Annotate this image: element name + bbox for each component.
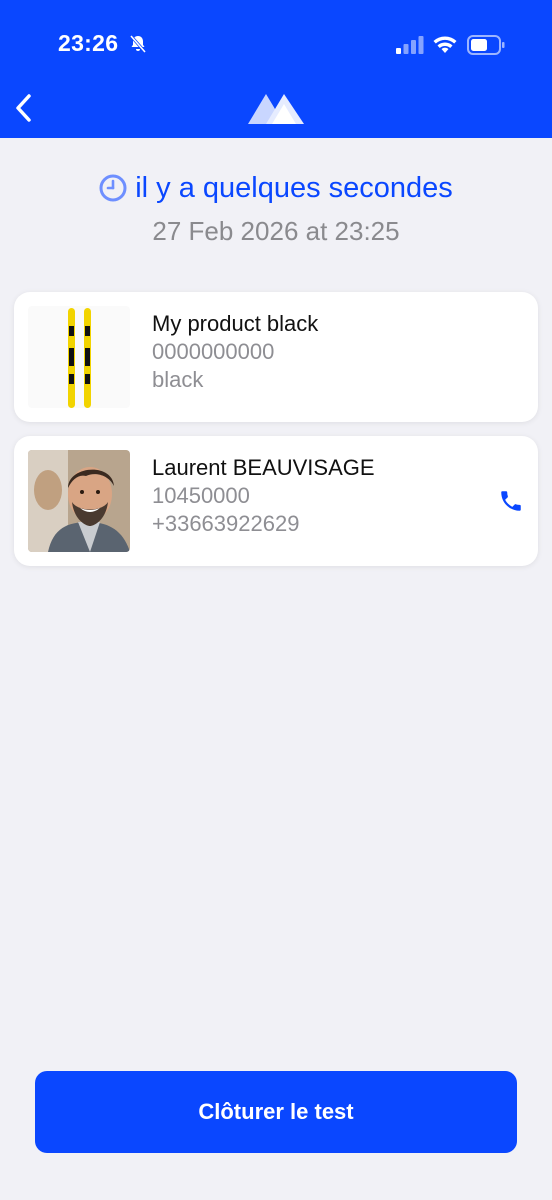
status-time: 23:26 <box>58 30 119 56</box>
customer-phone: +33663922629 <box>152 511 300 536</box>
app-header: 23:26 <box>0 0 552 138</box>
close-test-button[interactable]: Clôturer le test <box>35 1071 517 1153</box>
bell-slash-icon <box>129 35 147 53</box>
customer-card[interactable]: Laurent BEAUVISAGE 10450000 +33663922629 <box>14 436 538 566</box>
phone-icon[interactable] <box>498 488 524 514</box>
relative-time: il y a quelques secondes <box>0 168 552 208</box>
customer-id: 10450000 <box>152 483 250 508</box>
skis-image <box>28 306 130 408</box>
product-code: 0000000000 <box>152 339 275 364</box>
chevron-left-icon <box>16 94 31 122</box>
clock-icon <box>99 174 127 202</box>
relative-time-text: il y a quelques secondes <box>135 171 453 204</box>
avatar-photo <box>28 450 130 552</box>
mountain-logo-icon <box>248 94 304 124</box>
product-info: My product black 0000000000 black <box>152 310 318 394</box>
customer-info: Laurent BEAUVISAGE 10450000 +33663922629 <box>152 454 375 538</box>
back-button[interactable] <box>8 88 38 128</box>
battery-icon <box>467 35 505 55</box>
product-color: black <box>152 367 204 392</box>
customer-name: Laurent BEAUVISAGE <box>152 455 375 480</box>
absolute-date: 27 Feb 2026 at 23:25 <box>152 216 400 246</box>
cellular-signal-icon <box>396 36 424 54</box>
product-card[interactable]: My product black 0000000000 black <box>14 292 538 422</box>
wifi-icon <box>433 36 457 53</box>
product-name: My product black <box>152 311 319 336</box>
